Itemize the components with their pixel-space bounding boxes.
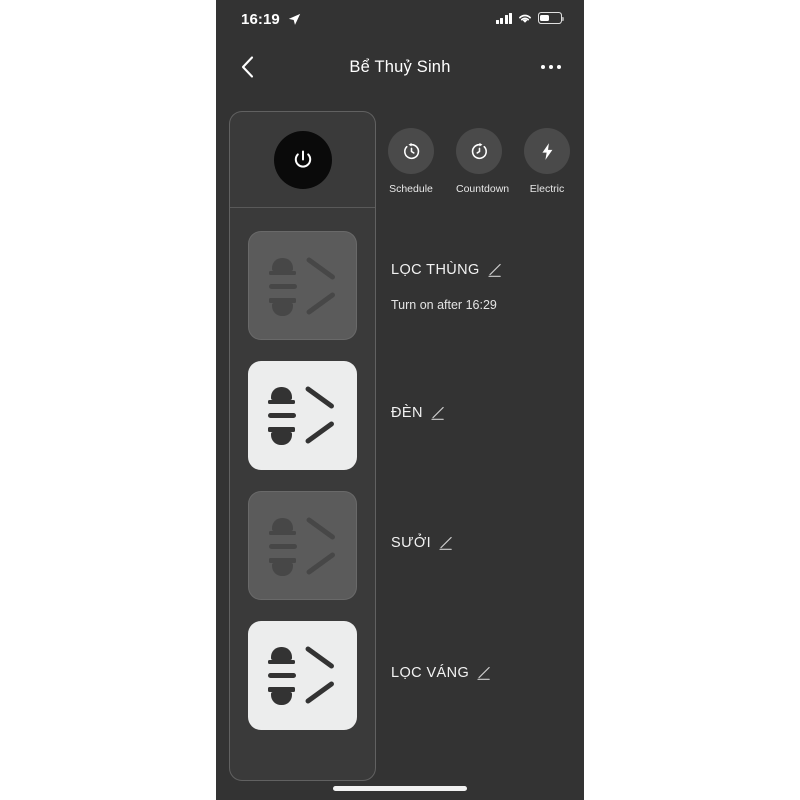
action-schedule[interactable]: Schedule	[388, 128, 434, 195]
socket-pin-bottom-icon	[268, 687, 295, 705]
action-schedule-circle	[388, 128, 434, 174]
device-name-row[interactable]: SƯỞI	[391, 535, 453, 551]
more-horizontal-icon	[556, 64, 561, 70]
socket-cell	[230, 610, 375, 740]
device-info-loc-thung: LỌC THÙNG Turn on after 16:29	[391, 262, 502, 312]
socket-slash-lower-icon	[304, 419, 335, 445]
device-name-row[interactable]: LỌC VÁNG	[391, 665, 491, 681]
action-countdown[interactable]: Countdown	[456, 128, 510, 195]
device-name-label: LỌC THÙNG	[391, 262, 480, 278]
socket-pin-mid-icon	[269, 283, 297, 289]
page-title: Bể Thuỷ Sinh	[349, 58, 451, 76]
socket-pin-bottom-icon	[268, 427, 295, 445]
socket-toggle-suoi[interactable]	[248, 490, 357, 600]
device-info-den: ĐÈN	[391, 405, 445, 421]
socket-pin-mid-icon	[268, 672, 296, 678]
device-name-row[interactable]: LỌC THÙNG	[391, 262, 502, 278]
socket-tile-list	[230, 208, 375, 740]
more-horizontal-icon	[541, 64, 546, 70]
socket-toggle-loc-thung[interactable]	[248, 230, 357, 340]
cellular-signal-icon	[495, 12, 512, 24]
socket-pin-bottom-icon	[269, 558, 296, 576]
lightning-bolt-icon	[541, 142, 552, 160]
action-row: Schedule Countdown Electric	[388, 128, 570, 195]
pencil-edit-icon[interactable]	[438, 536, 453, 551]
action-electric-circle	[524, 128, 570, 174]
socket-toggle-loc-vang[interactable]	[248, 620, 357, 730]
action-schedule-label: Schedule	[389, 183, 433, 195]
device-status-label: Turn on after 16:29	[391, 298, 497, 312]
socket-slash-lower-icon	[305, 290, 336, 316]
socket-toggle-den[interactable]	[248, 360, 357, 470]
device-info-suoi: SƯỞI	[391, 535, 453, 551]
socket-cell	[230, 480, 375, 610]
socket-cell	[230, 350, 375, 480]
socket-pin-mid-icon	[269, 543, 297, 549]
more-options-button[interactable]	[534, 50, 568, 84]
device-name-label: LỌC VÁNG	[391, 665, 470, 681]
more-horizontal-icon	[548, 64, 554, 70]
socket-pin-top-icon	[269, 517, 296, 535]
socket-cell	[230, 220, 375, 350]
device-name-label: ĐÈN	[391, 405, 423, 421]
schedule-timer-icon	[403, 142, 419, 159]
socket-pin-top-icon	[268, 646, 295, 664]
device-info-loc-vang: LỌC VÁNG	[391, 665, 491, 681]
battery-icon	[538, 12, 564, 24]
device-name-label: SƯỞI	[391, 535, 432, 551]
pencil-edit-icon[interactable]	[476, 666, 491, 681]
device-panel	[229, 111, 376, 781]
wifi-icon	[519, 14, 531, 23]
pencil-edit-icon[interactable]	[430, 406, 445, 421]
action-countdown-label: Countdown	[456, 183, 510, 195]
nav-bar: Bể Thuỷ Sinh	[216, 42, 584, 92]
socket-slash-upper-icon	[304, 384, 335, 410]
action-electric-label: Electric	[529, 183, 565, 195]
socket-pin-top-icon	[268, 386, 295, 404]
socket-slash-upper-icon	[304, 644, 335, 670]
socket-slash-upper-icon	[305, 255, 336, 281]
pencil-edit-icon[interactable]	[487, 263, 502, 278]
phone-screen: 16:19 Bể Thuỷ Sinh Schedule Countdown El…	[216, 0, 584, 800]
status-indicators	[495, 12, 564, 24]
action-electric[interactable]: Electric	[524, 128, 570, 195]
location-arrow-icon	[288, 13, 301, 25]
countdown-timer-icon	[471, 142, 487, 159]
socket-pin-bottom-icon	[269, 298, 296, 316]
socket-slash-lower-icon	[305, 550, 336, 576]
action-countdown-circle	[456, 128, 502, 174]
master-power-cell	[230, 112, 375, 208]
socket-pin-top-icon	[269, 257, 296, 275]
status-time: 16:19	[241, 11, 280, 28]
master-power-button[interactable]	[273, 130, 332, 189]
power-icon	[294, 150, 311, 168]
device-name-row[interactable]: ĐÈN	[391, 405, 445, 421]
socket-slash-lower-icon	[304, 679, 335, 705]
socket-pin-mid-icon	[268, 412, 296, 418]
status-bar: 16:19	[216, 0, 584, 42]
home-indicator	[333, 786, 467, 791]
socket-slash-upper-icon	[305, 515, 336, 541]
